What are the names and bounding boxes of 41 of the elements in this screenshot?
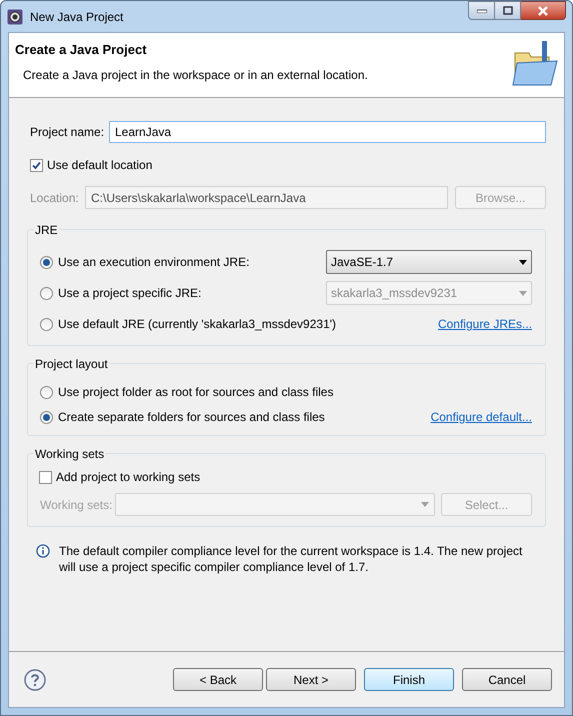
dialog-button[interactable]: < Back (173, 668, 263, 691)
info-message: The default compiler compliance level for the current workspace is 1.4. The new project will use a project specific compiler compliance level of 1.7. (59, 543, 524, 575)
checkbox[interactable] (30, 158, 43, 172)
help-icon[interactable] (24, 668, 46, 690)
checkbox-label: Add project to working sets (56, 469, 200, 486)
radio-button[interactable] (40, 256, 53, 268)
close-icon (537, 6, 549, 16)
radio-button[interactable] (40, 286, 53, 300)
dialog-button[interactable]: Finish (364, 668, 454, 691)
info-icon (36, 544, 50, 558)
window-title: New Java Project (30, 8, 124, 26)
close-button[interactable] (521, 1, 566, 20)
field-label: Project name: (29, 124, 106, 141)
checkbox[interactable] (39, 470, 52, 484)
field-label: Working sets: (39, 496, 114, 514)
checkbox-label: Use default location (47, 157, 152, 174)
minimize-icon (476, 8, 486, 12)
dropdown-arrow-icon (421, 502, 429, 507)
app-icon (7, 8, 23, 24)
maximize-button[interactable] (495, 1, 521, 20)
dropdown-arrow-icon (519, 260, 527, 264)
field-label: Location: (29, 190, 80, 206)
radio-button[interactable] (40, 410, 53, 424)
radio-button[interactable] (40, 318, 53, 330)
dialog-button[interactable]: Cancel (462, 668, 552, 691)
jre-dropdown[interactable]: JavaSE-1.7 (326, 250, 532, 274)
link[interactable]: Configure default... (430, 408, 532, 426)
radio-button[interactable] (40, 386, 53, 398)
project-name-field[interactable]: LearnJava (109, 121, 546, 143)
radio-label: Use default JRE (currently 'skakarla3_mssdev9231') (58, 316, 336, 333)
minimize-button[interactable] (468, 1, 495, 20)
radio-label: Use an execution environment JRE: (58, 254, 250, 271)
maximize-icon (502, 6, 512, 15)
page-title: Create a Java Project (15, 41, 148, 59)
link[interactable]: Configure JREs... (438, 315, 532, 333)
page-description: Create a Java project in the workspace or in an external location. (23, 66, 369, 84)
radio-label: Create separate folders for sources and class files (58, 409, 325, 426)
dropdown-arrow-icon (519, 290, 527, 296)
radio-label: Use project folder as root for sources and class files (58, 384, 334, 401)
dialog-button[interactable]: Next > (266, 668, 356, 691)
radio-label: Use a project specific JRE: (58, 285, 202, 302)
